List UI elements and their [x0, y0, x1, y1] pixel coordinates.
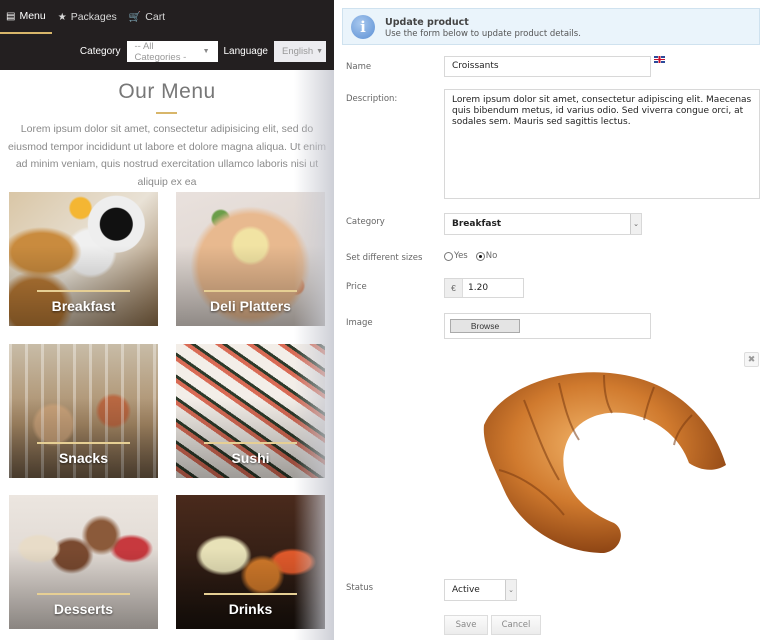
product-image-croissant: [483, 372, 726, 553]
name-label: Name: [346, 62, 372, 72]
tile-label: Sushi: [231, 450, 270, 466]
tile-label: Desserts: [53, 601, 114, 617]
tile-divider: [204, 593, 297, 595]
image-upload-field: Browse: [444, 313, 651, 339]
croissant-body: [483, 372, 726, 553]
chevron-down-icon: ▼: [316, 48, 324, 55]
star-icon: ★: [57, 11, 67, 23]
title-divider: [156, 112, 177, 114]
category-tile-breakfast[interactable]: Breakfast: [9, 192, 158, 326]
nav-menu[interactable]: ▤ Menu: [0, 0, 52, 34]
price-label: Price: [346, 282, 367, 292]
info-subtitle: Use the form below to update product det…: [385, 29, 581, 39]
tile-divider: [37, 442, 130, 444]
tile-divider: [204, 442, 297, 444]
category-value: Breakfast: [452, 219, 502, 229]
status-label: Status: [346, 583, 374, 593]
chevron-down-icon[interactable]: ⌄: [505, 580, 516, 600]
language-value: English: [282, 46, 314, 57]
info-title: Update product: [385, 17, 469, 28]
name-input[interactable]: Croissants: [444, 56, 651, 77]
info-banner: i Update product Use the form below to u…: [342, 8, 760, 45]
page-title: Our Menu: [118, 80, 216, 103]
nav-cart[interactable]: 🛒 Cart: [123, 0, 171, 34]
info-icon: i: [351, 15, 375, 39]
tile-label: Drinks: [228, 601, 273, 617]
category-label: Category: [346, 217, 385, 227]
image-label: Image: [346, 318, 373, 328]
category-filter-value: -- All Categories -: [134, 40, 187, 63]
storefront-panel: ▤ Menu ★ Packages 🛒 Cart Category -- All…: [0, 0, 334, 640]
tile-label: Breakfast: [51, 298, 116, 314]
sizes-yes-label: Yes: [454, 251, 468, 261]
chevron-down-icon[interactable]: ⌄: [630, 214, 641, 234]
nav-cart-label: Cart: [145, 11, 166, 23]
category-tile-sushi[interactable]: Sushi: [176, 344, 325, 478]
top-bar: ▤ Menu ★ Packages 🛒 Cart Category -- All…: [0, 0, 334, 70]
status-select[interactable]: Active ⌄: [444, 579, 517, 601]
language-select[interactable]: English ▼: [274, 41, 326, 62]
language-filter-label: Language: [223, 46, 269, 57]
sizes-label: Set different sizes: [346, 253, 423, 263]
cart-icon: 🛒: [128, 11, 142, 23]
category-tile-snacks[interactable]: Snacks: [9, 344, 158, 478]
sizes-radio-group: Yes No: [444, 251, 505, 261]
chevron-down-icon: ▼: [202, 48, 210, 55]
category-filter-select[interactable]: -- All Categories - ▼: [126, 40, 218, 63]
tile-divider: [37, 290, 130, 292]
category-tile-drinks[interactable]: Drinks: [176, 495, 325, 629]
tile-divider: [37, 593, 130, 595]
main-nav: ▤ Menu ★ Packages 🛒 Cart: [0, 0, 171, 34]
sizes-yes-radio[interactable]: [444, 251, 453, 261]
document-icon: ▤: [6, 10, 16, 22]
browse-button[interactable]: Browse: [450, 319, 520, 333]
nav-menu-label: Menu: [19, 10, 46, 22]
sizes-no-radio[interactable]: [475, 251, 485, 261]
save-button[interactable]: Save: [444, 615, 488, 635]
category-tile-desserts[interactable]: Desserts: [9, 495, 158, 629]
nav-packages[interactable]: ★ Packages: [52, 0, 123, 34]
remove-image-button[interactable]: ✖: [744, 352, 759, 367]
sizes-no-label: No: [485, 251, 498, 261]
category-filter-label: Category: [79, 46, 121, 57]
admin-form-panel: i Update product Use the form below to u…: [334, 0, 760, 640]
description-textarea[interactable]: Lorem ipsum dolor sit amet, consectetur …: [444, 89, 760, 199]
filter-bar: Category -- All Categories - ▼ Language …: [79, 40, 326, 63]
category-tile-deli-platters[interactable]: Deli Platters: [176, 192, 325, 326]
euro-icon: €: [445, 279, 463, 297]
description-label: Description:: [346, 94, 398, 104]
uk-flag-icon[interactable]: [654, 56, 665, 63]
tile-label: Snacks: [58, 450, 109, 466]
nav-packages-label: Packages: [70, 11, 117, 23]
tile-divider: [204, 290, 297, 292]
status-value: Active: [452, 585, 480, 595]
price-input-group: € 1.20: [444, 278, 524, 298]
cancel-button[interactable]: Cancel: [491, 615, 541, 635]
price-input[interactable]: 1.20: [463, 279, 523, 297]
intro-text: Lorem ipsum dolor sit amet, consectetur …: [7, 123, 327, 188]
tile-label: Deli Platters: [210, 298, 291, 314]
close-icon: ✖: [747, 354, 756, 364]
category-select[interactable]: Breakfast ⌄: [444, 213, 642, 235]
